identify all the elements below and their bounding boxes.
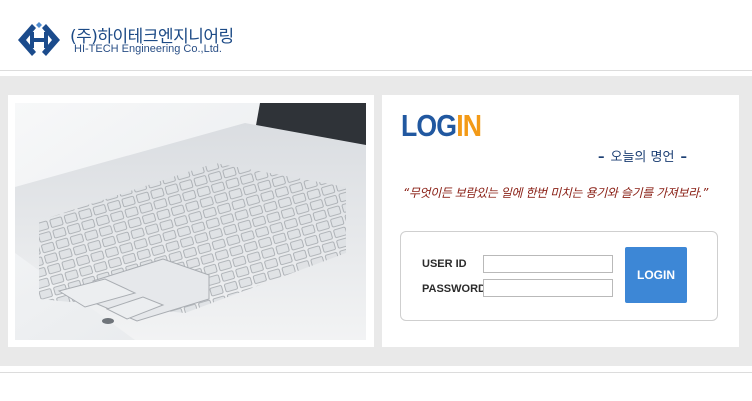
password-input[interactable]	[483, 279, 613, 297]
quote-text: “무엇이든 보람있는 일에 한번 미치는 용기와 슬기를 가져보라.”	[403, 186, 708, 200]
footer-divider	[0, 372, 752, 373]
laptop-photo	[15, 103, 366, 340]
login-button[interactable]: LOGIN	[625, 247, 687, 303]
password-label: PASSWORD	[422, 283, 486, 295]
login-title: LOGIN	[401, 108, 482, 143]
header-divider	[0, 70, 752, 71]
quote-heading: – 오늘의 명언 –	[598, 150, 687, 165]
user-id-label: USER ID	[422, 258, 467, 270]
login-title-part1: LOG	[401, 108, 457, 143]
login-title-part2: IN	[456, 108, 482, 143]
company-english-name: HI-TECH Engineering Co.,Ltd.	[74, 43, 222, 55]
user-id-input[interactable]	[483, 255, 613, 273]
company-logo-icon	[18, 22, 60, 56]
quote-heading-text: 오늘의 명언	[610, 150, 675, 165]
header: (주)하이테크엔지니어링 HI-TECH Engineering Co.,Ltd…	[0, 0, 752, 70]
